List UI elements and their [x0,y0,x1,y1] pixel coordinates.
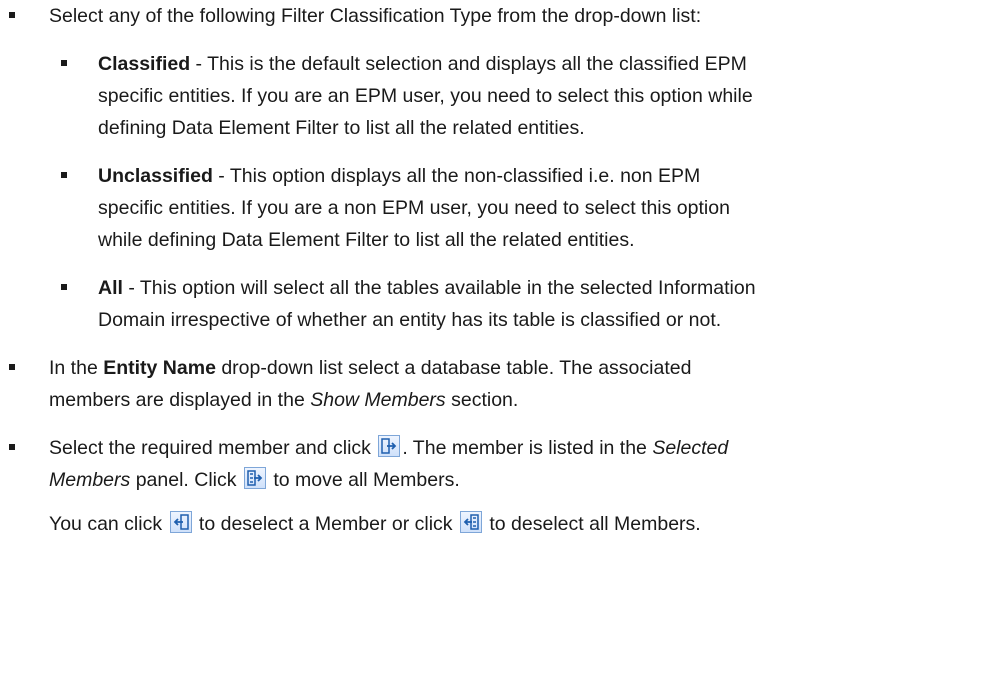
option-text: - This is the default selection and disp… [190,53,747,75]
move-all-left-icon[interactable] [459,511,482,533]
bullet-entity-name: In the Entity Name drop-down list select… [9,352,691,416]
option-text: Domain irrespective of whether an entity… [98,309,722,331]
move-left-icon[interactable] [169,511,192,533]
show-members-label: Show Members [310,389,446,411]
option-text: - This option will select all the tables… [122,277,756,299]
option-unclassified: Unclassified - This option displays all … [61,160,730,256]
option-name: All [98,277,123,299]
bullet-marker [61,60,67,66]
move-all-right-icon[interactable] [243,467,266,489]
document-page: Select any of the following Filter Class… [0,0,996,673]
option-text: specific entities. If you are an EPM use… [98,85,753,107]
option-all: All - This option will select all the ta… [61,272,756,336]
bullet-marker [61,172,67,178]
option-classified: Classified - This is the default selecti… [61,48,753,144]
move-right-icon[interactable] [378,435,401,457]
bullet-marker [9,444,15,450]
bullet-marker [9,12,15,18]
option-text: specific entities. If you are a non EPM … [98,197,730,219]
option-text: - This option displays all the non-class… [212,165,701,187]
selected-members-label: Selected [652,437,729,459]
entity-name-label: Entity Name [103,357,216,379]
option-text: defining Data Element Filter to list all… [98,117,585,139]
bullet-select-member: Select the required member and click . T… [9,432,729,540]
bullet-marker [61,284,67,290]
option-name: Unclassified [98,165,213,187]
bullet-marker [9,364,15,370]
option-text: while defining Data Element Filter to li… [98,229,635,251]
intro-text: Select any of the following Filter Class… [49,5,702,27]
selected-members-label-cont: Members [49,469,131,491]
bullet-filter-type: Select any of the following Filter Class… [9,0,702,32]
option-name: Classified [98,53,191,75]
